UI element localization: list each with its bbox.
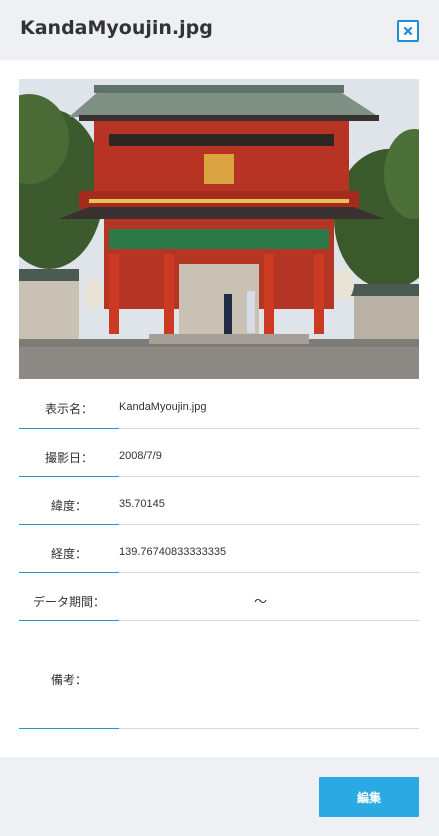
field-label: 撮影日： xyxy=(44,451,93,465)
close-button[interactable] xyxy=(397,20,419,42)
edit-button[interactable]: 編集 xyxy=(319,777,419,817)
field-row-shoot-date: 撮影日： 2008/7/9 xyxy=(19,429,419,477)
field-row-remarks: 備考： xyxy=(19,621,419,729)
field-label: 表示名： xyxy=(44,402,93,416)
field-row-display-name: 表示名： KandaMyoujin.jpg xyxy=(19,379,419,429)
photo-preview xyxy=(19,79,419,379)
field-value: 35.70145 xyxy=(119,498,165,510)
field-row-data-period: データ期間： 〜 xyxy=(19,573,419,621)
field-value: 139.76740833333335 xyxy=(119,546,227,558)
close-icon xyxy=(403,26,413,36)
field-value: KandaMyoujin.jpg xyxy=(119,401,207,413)
dialog-header: KandaMyoujin.jpg xyxy=(0,0,439,60)
dialog-title: KandaMyoujin.jpg xyxy=(20,17,213,39)
row-accent xyxy=(19,728,119,729)
field-row-longitude: 経度： 139.76740833333335 xyxy=(19,525,419,573)
field-label: データ期間： xyxy=(32,595,105,609)
period-separator: 〜 xyxy=(254,595,268,610)
field-value: 2008/7/9 xyxy=(119,450,162,462)
field-label: 経度： xyxy=(50,547,87,561)
field-row-latitude: 緯度： 35.70145 xyxy=(19,477,419,525)
field-label: 緯度： xyxy=(50,499,87,513)
field-label: 備考： xyxy=(50,673,87,687)
